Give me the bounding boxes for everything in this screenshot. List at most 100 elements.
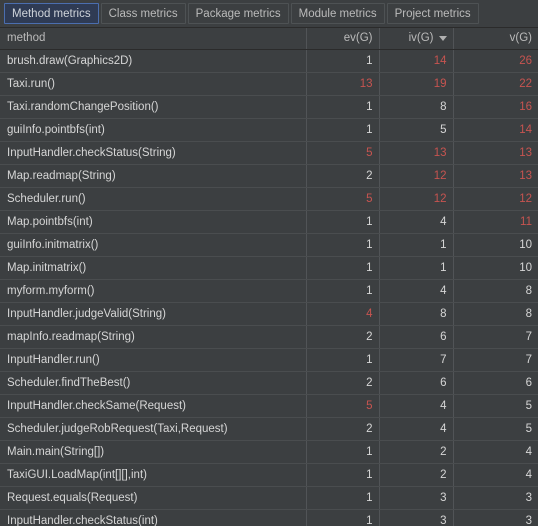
table-row[interactable]: Main.main(String[]) 1 2 4 [0,440,538,464]
cell-method: Taxi.randomChangePosition() [0,95,307,119]
column-header-v[interactable]: v(G) [453,28,538,50]
cell-v: 7 [453,348,538,372]
cell-ev: 1 [306,486,380,510]
cell-v: 13 [453,164,538,188]
cell-iv: 2 [379,440,454,464]
cell-v: 4 [453,440,538,464]
cell-v: 7 [453,325,538,349]
table-row[interactable]: mapInfo.readmap(String) 2 6 7 [0,325,538,349]
cell-v: 8 [453,279,538,303]
cell-method: Request.equals(Request) [0,486,307,510]
cell-ev: 2 [306,417,380,441]
cell-ev: 1 [306,256,380,280]
table-row[interactable]: Map.readmap(String) 2 12 13 [0,164,538,188]
cell-iv: 2 [379,463,454,487]
table-row[interactable]: Taxi.run() 13 19 22 [0,72,538,96]
cell-ev: 1 [306,509,380,526]
cell-iv: 6 [379,371,454,395]
cell-v: 13 [453,141,538,165]
cell-method: Main.main(String[]) [0,440,307,464]
table-row[interactable]: InputHandler.checkSame(Request) 5 4 5 [0,394,538,418]
tab-method-metrics[interactable]: Method metrics [4,3,99,24]
cell-method: Map.readmap(String) [0,164,307,188]
table-row[interactable]: InputHandler.run() 1 7 7 [0,348,538,372]
cell-v: 11 [453,210,538,234]
cell-method: TaxiGUI.LoadMap(int[][],int) [0,463,307,487]
metrics-panel: Method metrics Class metrics Package metri… [0,0,538,526]
table-row[interactable]: guiInfo.pointbfs(int) 1 5 14 [0,118,538,142]
cell-method: InputHandler.checkStatus(String) [0,141,307,165]
column-header-label: ev(G) [343,32,373,45]
cell-method: InputHandler.judgeValid(String) [0,302,307,326]
cell-v: 26 [453,49,538,73]
cell-iv: 7 [379,348,454,372]
cell-iv: 8 [379,95,454,119]
cell-method: InputHandler.checkSame(Request) [0,394,307,418]
cell-ev: 2 [306,164,380,188]
cell-v: 4 [453,463,538,487]
cell-v: 10 [453,233,538,257]
table-row[interactable]: InputHandler.judgeValid(String) 4 8 8 [0,302,538,326]
cell-iv: 4 [379,210,454,234]
cell-v: 16 [453,95,538,119]
table-row[interactable]: guiInfo.initmatrix() 1 1 10 [0,233,538,257]
cell-iv: 14 [379,49,454,73]
cell-ev: 4 [306,302,380,326]
column-header-ev[interactable]: ev(G) [306,28,380,50]
table-row[interactable]: myform.myform() 1 4 8 [0,279,538,303]
cell-v: 6 [453,371,538,395]
table-row[interactable]: InputHandler.checkStatus(int) 1 3 3 [0,509,538,526]
cell-v: 14 [453,118,538,142]
tab-package-metrics[interactable]: Package metrics [187,3,289,24]
column-header-label: method [7,32,46,45]
cell-ev: 1 [306,233,380,257]
cell-iv: 1 [379,233,454,257]
column-header-iv[interactable]: iv(G) [379,28,454,50]
metrics-table-scroll-area[interactable]: method ev(G) iv(G) v(G) brush.draw(Graphics… [0,28,538,526]
table-row[interactable]: TaxiGUI.LoadMap(int[][],int) 1 2 4 [0,463,538,487]
table-row[interactable]: Map.pointbfs(int) 1 4 11 [0,210,538,234]
column-header-inner: iv(G) [386,32,447,44]
cell-ev: 13 [306,72,380,96]
cell-method: myform.myform() [0,279,307,303]
table-row[interactable]: Request.equals(Request) 1 3 3 [0,486,538,510]
cell-method: InputHandler.checkStatus(int) [0,509,307,526]
column-header-method[interactable]: method [0,28,307,50]
tab-class-metrics[interactable]: Class metrics [100,3,186,24]
cell-iv: 8 [379,302,454,326]
cell-method: mapInfo.readmap(String) [0,325,307,349]
cell-ev: 1 [306,279,380,303]
table-row[interactable]: InputHandler.checkStatus(String) 5 13 13 [0,141,538,165]
cell-ev: 1 [306,118,380,142]
cell-iv: 5 [379,118,454,142]
column-header-inner: ev(G) [313,32,373,44]
tab-module-metrics[interactable]: Module metrics [290,3,385,24]
table-row[interactable]: Scheduler.judgeRobRequest(Taxi,Request) 2… [0,417,538,441]
cell-v: 5 [453,417,538,441]
cell-ev: 2 [306,325,380,349]
cell-iv: 12 [379,187,454,211]
column-header-label: v(G) [509,32,532,45]
cell-method: Scheduler.run() [0,187,307,211]
cell-method: Map.initmatrix() [0,256,307,280]
cell-method: brush.draw(Graphics2D) [0,49,307,73]
table-row[interactable]: Scheduler.run() 5 12 12 [0,187,538,211]
table-row[interactable]: Map.initmatrix() 1 1 10 [0,256,538,280]
cell-method: Scheduler.findTheBest() [0,371,307,395]
header-row: method ev(G) iv(G) v(G) [0,28,538,50]
column-header-label: iv(G) [408,32,434,45]
sort-descending-icon [438,35,447,41]
table-row[interactable]: Taxi.randomChangePosition() 1 8 16 [0,95,538,119]
table-row[interactable]: Scheduler.findTheBest() 2 6 6 [0,371,538,395]
tab-project-metrics[interactable]: Project metrics [386,3,479,24]
cell-ev: 5 [306,187,380,211]
cell-method: InputHandler.run() [0,348,307,372]
column-header-inner: method [7,32,300,44]
cell-method: guiInfo.pointbfs(int) [0,118,307,142]
cell-ev: 2 [306,371,380,395]
cell-iv: 12 [379,164,454,188]
cell-method: Taxi.run() [0,72,307,96]
table-row[interactable]: brush.draw(Graphics2D) 1 14 26 [0,49,538,73]
cell-method: Scheduler.judgeRobRequest(Taxi,Request) [0,417,307,441]
cell-ev: 5 [306,394,380,418]
